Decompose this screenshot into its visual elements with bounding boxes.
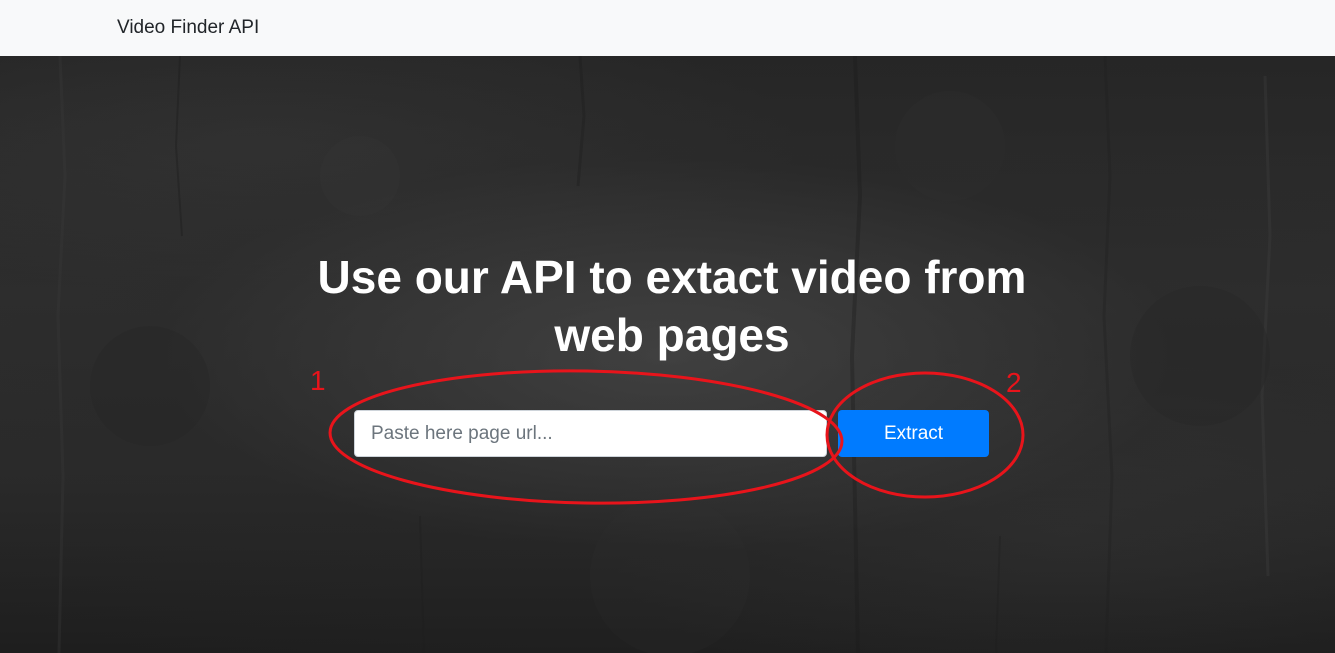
annotation-label-2: 2 — [1006, 367, 1022, 398]
extract-button[interactable]: Extract — [838, 410, 989, 457]
annotation-label-1: 1 — [310, 365, 326, 396]
url-input[interactable] — [354, 410, 827, 457]
hero-section: Use our API to extact video from web pag… — [0, 56, 1335, 653]
hero-headline: Use our API to extact video from web pag… — [317, 251, 1027, 361]
navbar: Video Finder API — [0, 0, 1335, 56]
brand-link[interactable]: Video Finder API — [117, 17, 259, 39]
